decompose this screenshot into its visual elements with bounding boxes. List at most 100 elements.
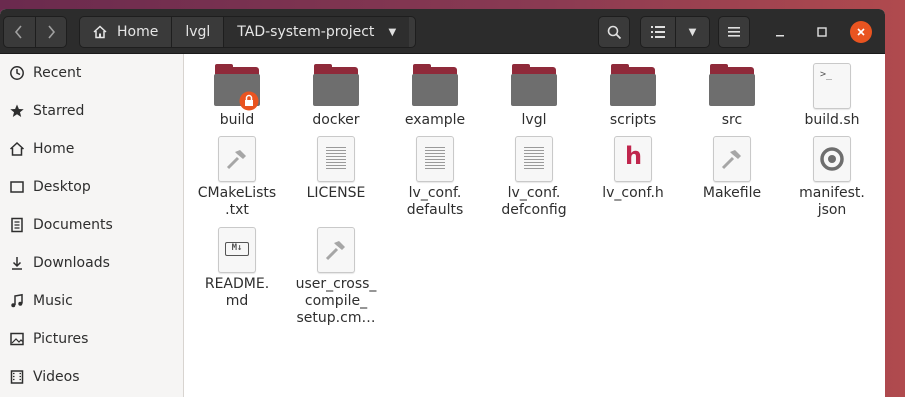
file-name: build.sh	[804, 112, 860, 128]
document-icon	[9, 217, 25, 233]
back-button[interactable]	[4, 17, 35, 47]
file-item[interactable]: >_ build.sh	[784, 63, 880, 129]
star-icon	[9, 103, 25, 119]
file-name: src	[721, 112, 743, 128]
file-item[interactable]: lv_conf. defconfig	[486, 136, 582, 219]
sidebar-item-desktop[interactable]: Desktop	[0, 168, 183, 206]
markdown-file-icon: M↓	[213, 227, 261, 273]
json-file-icon	[808, 136, 856, 182]
video-icon	[9, 369, 25, 385]
file-item[interactable]: docker	[288, 63, 384, 129]
file-name: user_cross_ compile_ setup.cm…	[295, 276, 377, 326]
file-item[interactable]: M↓ README. md	[189, 227, 285, 310]
file-item[interactable]: src	[684, 63, 780, 129]
view-options: ▼	[640, 16, 710, 48]
clock-icon	[9, 65, 25, 81]
file-item[interactable]: Makefile	[684, 136, 780, 202]
file-item[interactable]: lvgl	[486, 63, 582, 129]
sidebar-item-recent[interactable]: Recent	[0, 54, 183, 92]
sidebar-item-label: Downloads	[33, 255, 110, 271]
main-menu-button[interactable]	[718, 16, 750, 48]
breadcrumb-label: Home	[117, 24, 159, 40]
chevron-right-icon	[48, 25, 56, 39]
folder-icon	[312, 63, 360, 109]
text-file-icon	[312, 136, 360, 182]
hammer-file-icon	[312, 227, 360, 273]
file-name: lv_conf. defconfig	[501, 185, 567, 218]
text-file-icon	[411, 136, 459, 182]
file-item[interactable]: build	[189, 63, 285, 129]
sidebar-item-label: Starred	[33, 103, 85, 119]
hammer-file-icon	[708, 136, 756, 182]
lock-emblem-icon	[239, 91, 259, 111]
file-name: example	[404, 112, 466, 128]
folder-icon	[411, 63, 459, 109]
file-item[interactable]: CMakeLists .txt	[189, 136, 285, 219]
folder-icon	[510, 63, 558, 109]
download-icon	[9, 255, 25, 271]
sidebar-item-music[interactable]: Music	[0, 282, 183, 320]
file-item[interactable]: user_cross_ compile_ setup.cm…	[288, 227, 384, 327]
sidebar-item-label: Music	[33, 293, 73, 309]
text-file-icon	[510, 136, 558, 182]
breadcrumb-home[interactable]: Home	[80, 17, 173, 47]
file-name: README. md	[204, 276, 270, 309]
minimize-icon	[776, 35, 784, 37]
hamburger-menu-icon	[728, 27, 740, 37]
list-view-icon	[650, 26, 665, 38]
home-icon	[93, 25, 107, 39]
sidebar-item-label: Pictures	[33, 331, 89, 347]
close-button[interactable]	[850, 21, 872, 43]
file-manager-window: Home lvgl TAD-system-project ▼ ▼ Recent …	[0, 9, 885, 397]
script-file-icon: >_	[808, 63, 856, 109]
music-icon	[9, 293, 25, 309]
file-name: CMakeLists .txt	[197, 185, 277, 218]
list-view-button[interactable]	[641, 17, 675, 47]
sidebar-item-label: Home	[33, 141, 75, 157]
breadcrumb-label: TAD-system-project	[237, 24, 375, 40]
file-item[interactable]: LICENSE	[288, 136, 384, 202]
sidebar-item-downloads[interactable]: Downloads	[0, 244, 183, 282]
breadcrumb-label: lvgl	[185, 24, 211, 40]
sidebar-item-label: Desktop	[33, 179, 91, 195]
file-item[interactable]: scripts	[585, 63, 681, 129]
folder-icon	[213, 63, 261, 111]
minimize-button[interactable]	[767, 19, 793, 45]
path-bar: Home lvgl TAD-system-project ▼	[79, 16, 416, 48]
sidebar-item-label: Videos	[33, 369, 80, 385]
close-icon	[857, 28, 865, 36]
sidebar-item-home[interactable]: Home	[0, 130, 183, 168]
breadcrumb-current[interactable]: TAD-system-project ▼	[224, 17, 410, 47]
file-name: build	[219, 112, 255, 128]
file-grid: build docker example lvgl scripts src >_	[185, 54, 885, 397]
breadcrumb-lvgl[interactable]: lvgl	[172, 17, 225, 47]
sidebar-item-pictures[interactable]: Pictures	[0, 320, 183, 358]
sidebar-item-starred[interactable]: Starred	[0, 92, 183, 130]
hammer-file-icon	[213, 136, 261, 182]
file-name: Makefile	[702, 185, 762, 201]
file-name: LICENSE	[306, 185, 366, 201]
sidebar-item-videos[interactable]: Videos	[0, 358, 183, 396]
forward-button[interactable]	[34, 17, 66, 47]
desktop-icon	[9, 179, 25, 195]
navigation-buttons	[3, 16, 67, 48]
folder-icon	[708, 63, 756, 109]
sidebar-item-label: Recent	[33, 65, 82, 81]
header-bar: Home lvgl TAD-system-project ▼ ▼	[0, 9, 885, 54]
file-name: scripts	[609, 112, 657, 128]
view-menu-button[interactable]: ▼	[674, 17, 709, 47]
places-sidebar: Recent Starred Home Desktop Documents Do…	[0, 54, 184, 397]
sidebar-item-label: Documents	[33, 217, 113, 233]
file-item[interactable]: h lv_conf.h	[585, 136, 681, 202]
file-name: lv_conf. defaults	[406, 185, 464, 218]
maximize-icon	[817, 27, 827, 37]
file-name: lvgl	[521, 112, 547, 128]
picture-icon	[9, 331, 25, 347]
chevron-down-icon: ▼	[688, 26, 697, 38]
file-item[interactable]: manifest. json	[784, 136, 880, 219]
maximize-button[interactable]	[809, 19, 835, 45]
sidebar-item-documents[interactable]: Documents	[0, 206, 183, 244]
search-button[interactable]	[598, 16, 630, 48]
file-item[interactable]: lv_conf. defaults	[387, 136, 483, 219]
file-item[interactable]: example	[387, 63, 483, 129]
